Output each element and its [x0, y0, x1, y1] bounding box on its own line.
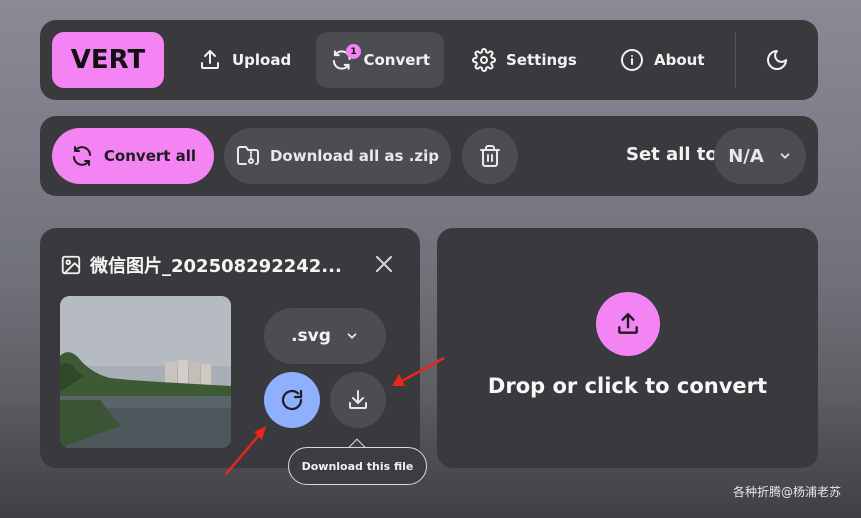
- annotation-arrow-download: [392, 356, 445, 386]
- annotation-arrow-convert: [225, 426, 266, 475]
- annotation-arrows: [225, 356, 445, 475]
- watermark: 各种折腾@杨浦老苏: [732, 485, 841, 499]
